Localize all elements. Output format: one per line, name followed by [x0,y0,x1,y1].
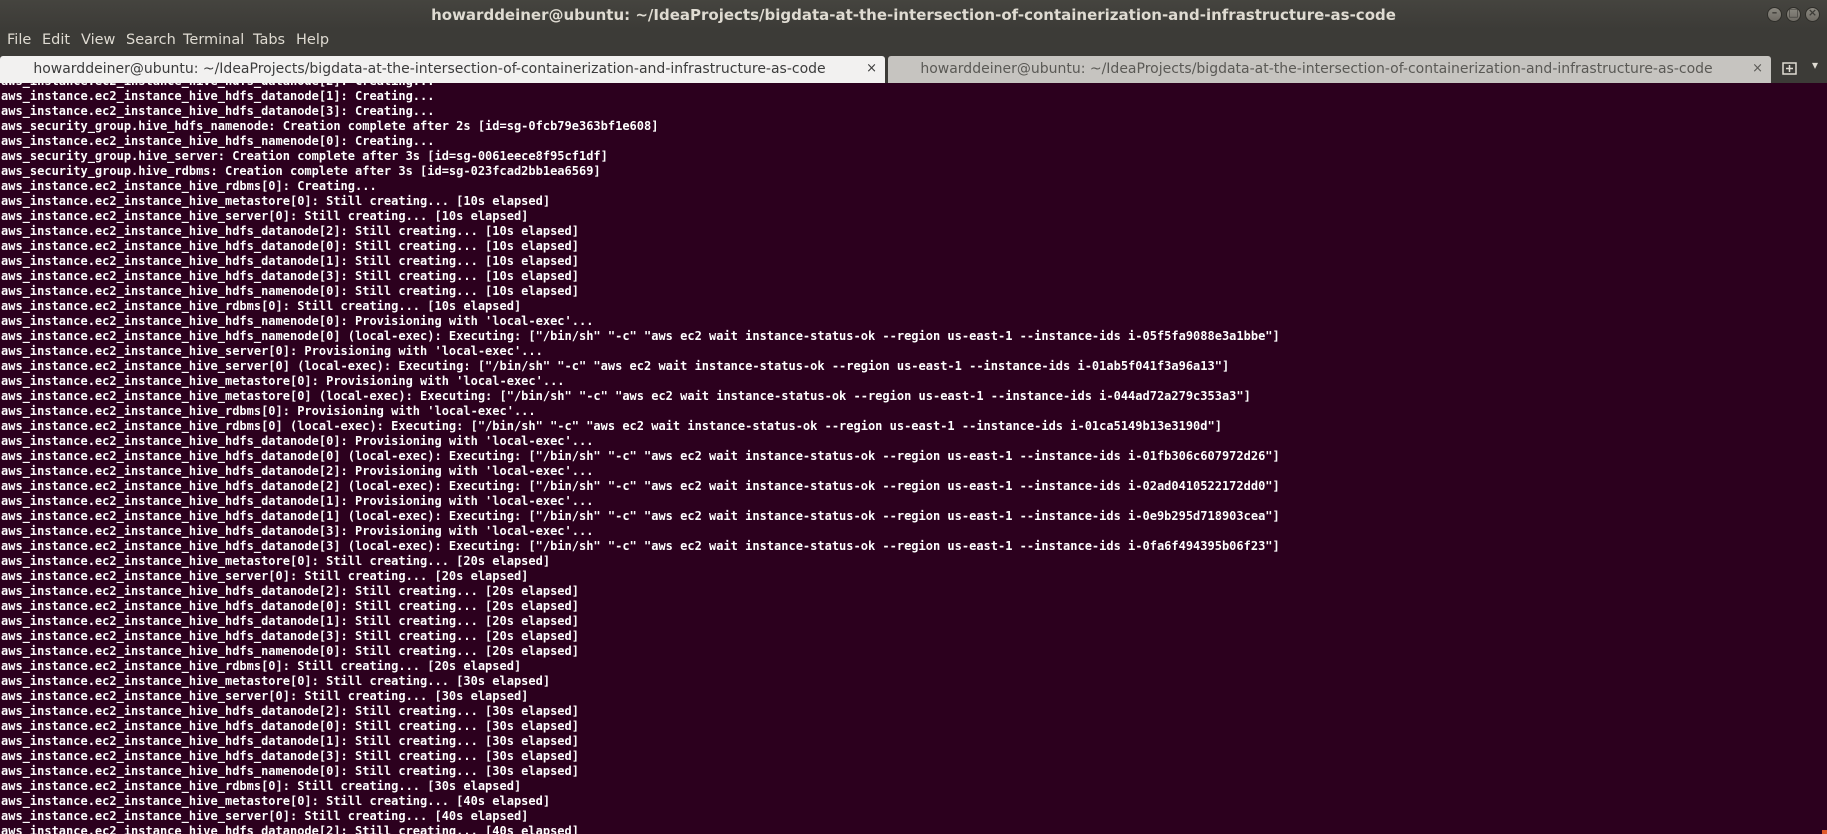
terminal-line: aws_instance.ec2_instance_hive_hdfs_data… [1,719,579,733]
terminal-line: aws_security_group.hive_server: Creation… [1,149,608,163]
terminal-line: aws_instance.ec2_instance_hive_hdfs_data… [1,494,594,508]
scrollbar-indicator[interactable] [1822,830,1827,834]
terminal-line: aws_instance.ec2_instance_hive_hdfs_data… [1,104,435,118]
terminal-line: aws_instance.ec2_instance_hive_server[0]… [1,209,529,223]
terminal-line: aws_instance.ec2_instance_hive_hdfs_data… [1,479,1280,493]
terminal-line: aws_instance.ec2_instance_hive_hdfs_data… [1,704,579,718]
tab-bar: howarddeiner@ubuntu: ~/IdeaProjects/bigd… [0,53,1827,83]
menu-help[interactable]: Help [296,32,329,48]
terminal-line: aws_instance.ec2_instance_hive_metastore… [1,374,565,388]
terminal-line: aws_instance.ec2_instance_hive_hdfs_data… [1,89,435,103]
window-titlebar[interactable]: howarddeiner@ubuntu: ~/IdeaProjects/bigd… [0,0,1827,29]
terminal-line: aws_instance.ec2_instance_hive_rdbms[0]:… [1,404,536,418]
terminal-line: aws_instance.ec2_instance_hive_hdfs_name… [1,764,579,778]
tab-label: howarddeiner@ubuntu: ~/IdeaProjects/bigd… [920,61,1713,77]
tab-close-icon[interactable]: × [866,61,877,76]
terminal-line: aws_instance.ec2_instance_hive_hdfs_data… [1,584,579,598]
terminal-line: aws_instance.ec2_instance_hive_hdfs_data… [1,599,579,613]
menu-search[interactable]: Search [126,32,176,48]
terminal-line: aws_security_group.hive_hdfs_namenode: C… [1,119,659,133]
terminal-line: aws_instance.ec2_instance_hive_server[0]… [1,344,543,358]
terminal-line: aws_instance.ec2_instance_hive_rdbms[0]:… [1,299,522,313]
terminal-line: aws_instance.ec2_instance_hive_hdfs_data… [1,254,579,268]
terminal-line: aws_instance.ec2_instance_hive_hdfs_data… [1,464,594,478]
maximize-button[interactable]: □ [1786,6,1801,22]
terminal-output[interactable]: aws_instance.ec2_instance_hive_hdfs_data… [0,83,1827,834]
terminal-line: aws_instance.ec2_instance_hive_rdbms[0]:… [1,659,522,673]
terminal-line: aws_instance.ec2_instance_hive_hdfs_name… [1,329,1280,343]
terminal-line: aws_instance.ec2_instance_hive_server[0]… [1,689,529,703]
terminal-line: aws_instance.ec2_instance_hive_hdfs_data… [1,524,594,538]
terminal-line: aws_instance.ec2_instance_hive_hdfs_data… [1,239,579,253]
terminal-line: aws_instance.ec2_instance_hive_hdfs_data… [1,509,1280,523]
terminal-line: aws_instance.ec2_instance_hive_server[0]… [1,809,529,823]
tab-terminal-2[interactable]: howarddeiner@ubuntu: ~/IdeaProjects/bigd… [888,56,1771,83]
terminal-line: aws_instance.ec2_instance_hive_metastore… [1,554,551,568]
terminal-line: aws_instance.ec2_instance_hive_metastore… [1,389,1251,403]
terminal-line: aws_instance.ec2_instance_hive_rdbms[0]:… [1,179,377,193]
tab-close-icon[interactable]: × [1752,61,1763,76]
terminal-lines: aws_instance.ec2_instance_hive_hdfs_data… [1,83,1280,834]
terminal-line: aws_instance.ec2_instance_hive_hdfs_data… [1,449,1280,463]
terminal-line: aws_instance.ec2_instance_hive_hdfs_data… [1,539,1280,553]
terminal-line: aws_security_group.hive_rdbms: Creation … [1,164,601,178]
terminal-line: aws_instance.ec2_instance_hive_metastore… [1,794,551,808]
terminal-line: aws_instance.ec2_instance_hive_hdfs_data… [1,224,579,238]
close-window-button[interactable]: × [1805,6,1820,22]
menu-file[interactable]: File [7,32,31,48]
terminal-line: aws_instance.ec2_instance_hive_server[0]… [1,569,529,583]
new-tab-icon[interactable] [1781,59,1799,77]
terminal-line: aws_instance.ec2_instance_hive_rdbms[0]:… [1,779,522,793]
terminal-line: aws_instance.ec2_instance_hive_hdfs_name… [1,644,579,658]
menu-terminal[interactable]: Terminal [183,32,244,48]
terminal-line: aws_instance.ec2_instance_hive_hdfs_data… [1,734,579,748]
terminal-line: aws_instance.ec2_instance_hive_server[0]… [1,359,1230,373]
terminal-line: aws_instance.ec2_instance_hive_hdfs_data… [1,614,579,628]
terminal-line: aws_instance.ec2_instance_hive_metastore… [1,194,551,208]
terminal-line: aws_instance.ec2_instance_hive_hdfs_data… [1,269,579,283]
terminal-line: aws_instance.ec2_instance_hive_hdfs_data… [1,434,594,448]
terminal-line: aws_instance.ec2_instance_hive_hdfs_data… [1,629,579,643]
menu-tabs[interactable]: Tabs [253,32,285,48]
window-title: howarddeiner@ubuntu: ~/IdeaProjects/bigd… [431,6,1396,24]
terminal-line: aws_instance.ec2_instance_hive_rdbms[0] … [1,419,1222,433]
menu-view[interactable]: View [81,32,115,48]
terminal-line: aws_instance.ec2_instance_hive_hdfs_name… [1,284,579,298]
minimize-button[interactable]: – [1767,6,1782,22]
chevron-down-icon[interactable]: ▾ [1812,58,1818,72]
minimize-icon: – [1771,6,1778,19]
maximize-icon: □ [1788,6,1799,19]
tab-label: howarddeiner@ubuntu: ~/IdeaProjects/bigd… [33,61,826,77]
terminal-line: aws_instance.ec2_instance_hive_hdfs_name… [1,134,435,148]
menu-edit[interactable]: Edit [42,32,70,48]
terminal-line: aws_instance.ec2_instance_hive_hdfs_name… [1,314,594,328]
terminal-line: aws_instance.ec2_instance_hive_hdfs_data… [1,824,579,834]
menu-bar: File Edit View Search Terminal Tabs Help [0,29,1827,53]
close-icon: × [1807,6,1818,19]
terminal-line: aws_instance.ec2_instance_hive_metastore… [1,674,551,688]
terminal-line: aws_instance.ec2_instance_hive_hdfs_data… [1,749,579,763]
tab-terminal-1[interactable]: howarddeiner@ubuntu: ~/IdeaProjects/bigd… [0,56,885,83]
